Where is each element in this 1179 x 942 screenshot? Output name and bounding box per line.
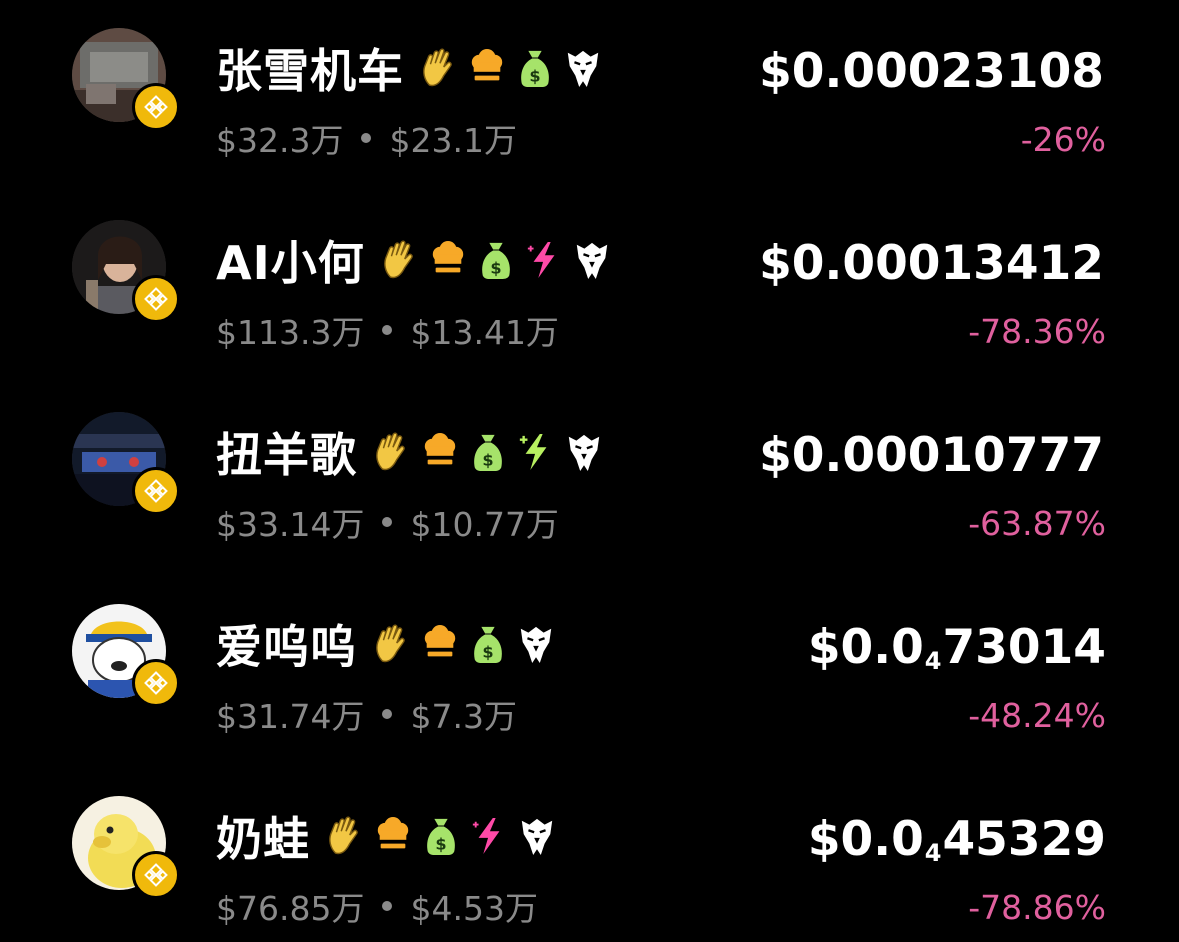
eagle-icon	[573, 238, 611, 282]
wave-icon	[373, 622, 411, 666]
market-cap: $113.3万	[216, 313, 365, 352]
price-change: -78.36%	[968, 312, 1106, 351]
token-row[interactable]: AI小何 $113.3万 $13.41万 $0.00013412 -78.36%	[0, 216, 1179, 366]
money-bag-icon	[469, 430, 507, 474]
token-avatar-wrap	[72, 604, 182, 714]
token-avatar-wrap	[72, 28, 182, 138]
liquidity: $10.77万	[410, 505, 559, 544]
wave-icon	[326, 814, 364, 858]
bnb-chain-icon	[132, 659, 180, 707]
bnb-chain-icon	[132, 275, 180, 323]
token-name: 爱呜呜	[216, 620, 357, 674]
market-cap: $33.14万	[216, 505, 365, 544]
liquidity: $4.53万	[410, 889, 538, 928]
token-row[interactable]: 扭羊歌 $33.14万 $10.77万 $0.00010777 -63.87%	[0, 408, 1179, 558]
separator-dot	[361, 133, 372, 143]
token-row[interactable]: 奶蛙 $76.85万 $4.53万 $0.0 4 45329 -78.86%	[0, 792, 1179, 942]
market-cap: $31.74万	[216, 697, 365, 736]
liquidity: $13.41万	[410, 313, 559, 352]
chef-hat-icon	[429, 238, 467, 282]
chef-hat-icon	[421, 430, 459, 474]
token-name: 奶蛙	[216, 812, 310, 866]
token-price: $0.0 4 73014	[807, 620, 1106, 675]
bolt-pink-icon	[470, 814, 508, 858]
token-price: $0.0 4 45329	[807, 812, 1106, 867]
bnb-chain-icon	[132, 851, 180, 899]
wave-icon	[373, 430, 411, 474]
market-cap: $32.3万	[216, 121, 344, 160]
token-row[interactable]: 爱呜呜 $31.74万 $7.3万 $0.0 4 73014 -48.24%	[0, 600, 1179, 750]
eagle-icon	[564, 46, 602, 90]
token-name: AI小何	[216, 236, 365, 290]
chef-hat-icon	[421, 622, 459, 666]
money-bag-icon	[477, 238, 515, 282]
separator-dot	[382, 901, 393, 911]
token-row[interactable]: 张雪机车 $32.3万 $23.1万 $0.00023108 -26%	[0, 24, 1179, 174]
chef-hat-icon	[374, 814, 412, 858]
separator-dot	[382, 325, 393, 335]
wave-icon	[420, 46, 458, 90]
money-bag-icon	[516, 46, 554, 90]
separator-dot	[382, 517, 393, 527]
chef-hat-icon	[468, 46, 506, 90]
bnb-chain-icon	[132, 467, 180, 515]
bolt-green-icon	[517, 430, 555, 474]
price-change: -26%	[1020, 120, 1106, 159]
liquidity: $7.3万	[410, 697, 517, 736]
bnb-chain-icon	[132, 83, 180, 131]
token-avatar-wrap	[72, 220, 182, 330]
eagle-icon	[518, 814, 556, 858]
token-name: 扭羊歌	[216, 428, 357, 482]
market-cap: $76.85万	[216, 889, 365, 928]
bolt-pink-icon	[525, 238, 563, 282]
wave-icon	[381, 238, 419, 282]
token-price: $0.00013412	[759, 236, 1104, 291]
token-avatar-wrap	[72, 412, 182, 522]
token-price: $0.00023108	[759, 44, 1104, 99]
price-change: -48.24%	[968, 696, 1106, 735]
token-list: 张雪机车 $32.3万 $23.1万 $0.00023108 -26% AI小何…	[0, 0, 1179, 939]
eagle-icon	[565, 430, 603, 474]
token-avatar-wrap	[72, 796, 182, 906]
money-bag-icon	[469, 622, 507, 666]
separator-dot	[382, 709, 393, 719]
eagle-icon	[517, 622, 555, 666]
token-name: 张雪机车	[216, 44, 404, 98]
liquidity: $23.1万	[389, 121, 517, 160]
money-bag-icon	[422, 814, 460, 858]
price-change: -78.86%	[968, 888, 1106, 927]
token-price: $0.00010777	[759, 428, 1104, 483]
price-change: -63.87%	[968, 504, 1106, 543]
